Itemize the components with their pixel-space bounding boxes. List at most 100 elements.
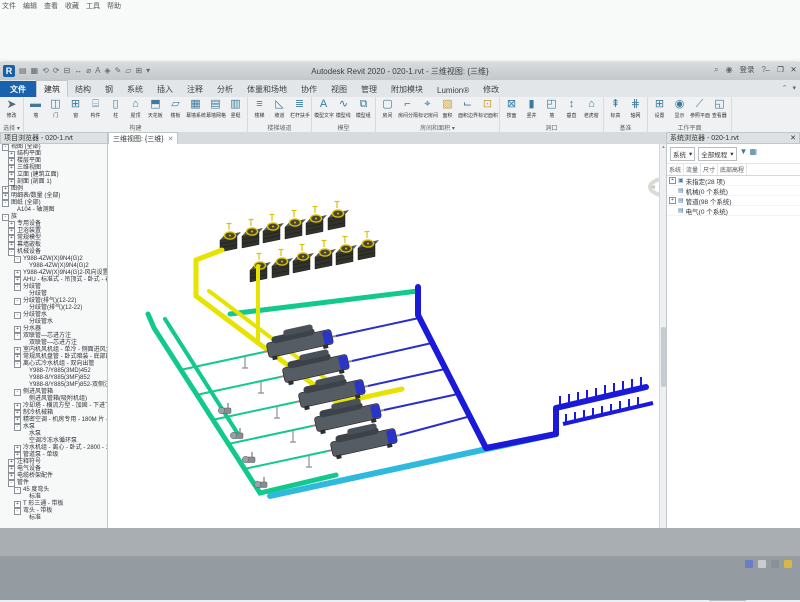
- column-header[interactable]: 尺寸: [701, 164, 718, 175]
- project-browser-item[interactable]: + 制冷机械箱: [0, 410, 107, 417]
- expand-toggle-icon[interactable]: +: [2, 193, 9, 200]
- project-browser-item[interactable]: - 分歧管水: [0, 312, 107, 319]
- ribbon-button[interactable]: ⊠按面: [502, 98, 521, 119]
- revit-logo-icon[interactable]: R: [3, 65, 15, 77]
- expand-toggle-icon[interactable]: +: [14, 417, 21, 424]
- project-browser-item[interactable]: + Y988-4ZW(X)9N4(G)2-风向设置: [0, 270, 107, 277]
- expand-toggle-icon[interactable]: -: [2, 214, 9, 221]
- project-browser-item[interactable]: - 双联管—芯进方注: [0, 333, 107, 340]
- project-browser-item[interactable]: Y988-4ZW(X)9N4(G)2: [0, 263, 107, 270]
- expand-toggle-icon[interactable]: +: [14, 410, 21, 417]
- ribbon-caret-icon[interactable]: ▾: [792, 84, 796, 92]
- project-browser-item[interactable]: + 结构平面: [0, 151, 107, 158]
- expand-toggle-icon[interactable]: +: [14, 277, 21, 284]
- expand-toggle-icon[interactable]: +: [669, 177, 676, 184]
- project-browser-item[interactable]: + 三维视图: [0, 165, 107, 172]
- project-browser-item[interactable]: 侧进风管箱(吸附机组): [0, 396, 107, 403]
- ribbon-button[interactable]: ⌐房间分隔: [398, 98, 417, 119]
- expand-toggle-icon[interactable]: +: [14, 347, 21, 354]
- qat-icon[interactable]: ⟲: [42, 66, 49, 76]
- expand-toggle-icon[interactable]: +: [8, 459, 15, 466]
- ribbon-button[interactable]: ▥竖梃: [226, 98, 245, 119]
- taskbar-icon[interactable]: [758, 560, 766, 568]
- ribbon-button[interactable]: ◱查看器: [710, 98, 729, 119]
- ribbon-tab[interactable]: Lumion®: [430, 83, 476, 97]
- ribbon-button[interactable]: ∿模型线: [334, 98, 353, 119]
- column-header[interactable]: 系统: [667, 164, 684, 175]
- project-browser-item[interactable]: + 剖面 (剖面 1): [0, 179, 107, 186]
- qat-icon[interactable]: ▱: [125, 66, 131, 76]
- ribbon-tab[interactable]: 管理: [354, 81, 384, 97]
- expand-toggle-icon[interactable]: +: [8, 235, 15, 242]
- project-browser-item[interactable]: 分歧管: [0, 291, 107, 298]
- system-browser-row[interactable]: + ▣ 未指定(28 项): [667, 176, 800, 186]
- scroll-up-icon[interactable]: ▴: [662, 144, 665, 150]
- ribbon-collapse-controls[interactable]: ⌃ ▾: [782, 84, 796, 92]
- ribbon-tab[interactable]: 建筑: [36, 80, 68, 97]
- ribbon-collapse-icon[interactable]: ⌃: [782, 84, 788, 92]
- ribbon-tab[interactable]: 钢: [98, 81, 120, 97]
- ribbon-button[interactable]: ⊡标记面积: [478, 98, 497, 119]
- project-browser-item[interactable]: Y988-7/Y885(3MD)452: [0, 368, 107, 375]
- ribbon-button[interactable]: ⬒天花板: [146, 98, 165, 119]
- expand-toggle-icon[interactable]: -: [14, 256, 21, 263]
- system-browser-close-icon[interactable]: ✕: [790, 134, 796, 142]
- qat-icon[interactable]: ◈: [104, 66, 110, 76]
- ribbon-button[interactable]: ▢房间: [378, 98, 397, 119]
- ribbon-button[interactable]: ⌂老虎窗: [582, 98, 601, 119]
- expand-toggle-icon[interactable]: +: [14, 270, 21, 277]
- project-browser-item[interactable]: 双联管—芯进方注: [0, 340, 107, 347]
- ribbon-button[interactable]: ↕垂直: [562, 98, 581, 119]
- project-browser-item[interactable]: A104 - 轴测图: [0, 207, 107, 214]
- project-browser-item[interactable]: + 电缆桥架配件: [0, 473, 107, 480]
- ribbon-tab[interactable]: 插入: [150, 81, 180, 97]
- ribbon-tab[interactable]: 修改: [476, 81, 506, 97]
- project-browser-item[interactable]: + 楼层平面: [0, 158, 107, 165]
- project-browser-item[interactable]: + AHU - 标准式 - 吊顶式 - 卧式 - 右回 - 2000 - 500…: [0, 277, 107, 284]
- expand-toggle-icon[interactable]: +: [8, 179, 15, 186]
- ribbon-tab[interactable]: 协作: [294, 81, 324, 97]
- system-browser-tool-icon[interactable]: ▼: [740, 147, 748, 161]
- view-tab-active[interactable]: 三维视图: {三维} ✕: [108, 132, 178, 144]
- frame-menu-item[interactable]: 查看: [44, 1, 58, 11]
- project-browser-item[interactable]: + T 形三通 - 带板: [0, 501, 107, 508]
- project-browser-item[interactable]: + 冷却塔 - 横流方型 - 加固 - 下进下出: [0, 403, 107, 410]
- frame-menu-item[interactable]: 收藏: [65, 1, 79, 11]
- ribbon-button[interactable]: ≣栏杆扶手: [290, 98, 309, 119]
- qat-icon[interactable]: ✎: [115, 66, 122, 76]
- expand-toggle-icon[interactable]: -: [2, 200, 9, 207]
- expand-toggle-icon[interactable]: -: [14, 284, 21, 291]
- qat-icon[interactable]: ⊞: [135, 66, 142, 76]
- frame-menu-item[interactable]: 编辑: [23, 1, 37, 11]
- ribbon-button[interactable]: ⌙面积边界: [458, 98, 477, 119]
- expand-toggle-icon[interactable]: -: [14, 487, 21, 494]
- project-browser-item[interactable]: Y988-8/Y885(3MF)852-双侧注管: [0, 382, 107, 389]
- taskbar-icon[interactable]: [771, 560, 779, 568]
- project-browser-title[interactable]: 项目浏览器 - 020-1.rvt: [0, 132, 108, 144]
- pipe-blue-main[interactable]: [418, 287, 646, 448]
- project-browser-item[interactable]: Y988-8/Y885(3MF)852: [0, 375, 107, 382]
- project-browser-item[interactable]: - 图纸 (全部): [0, 200, 107, 207]
- ribbon-button[interactable]: ▤幕墙网格: [206, 98, 225, 119]
- project-browser-item[interactable]: + 管道泵 - 单级: [0, 452, 107, 459]
- project-browser-item[interactable]: 水泵: [0, 431, 107, 438]
- system-dropdown[interactable]: 系统 ▾: [670, 147, 695, 161]
- ribbon-button[interactable]: ⇞标高: [606, 98, 625, 119]
- frame-menu-item[interactable]: 文件: [2, 1, 16, 11]
- ribbon-button[interactable]: ▬墙: [26, 98, 45, 119]
- project-browser-item[interactable]: + 卫浴装置: [0, 228, 107, 235]
- ribbon-tab[interactable]: 视图: [324, 81, 354, 97]
- ribbon-button[interactable]: ▦幕墙系统: [186, 98, 205, 119]
- taskbar-icon[interactable]: [745, 560, 753, 568]
- project-browser-item[interactable]: + 室内机风机组 - 单冷 - 侧面进风大出口带翻盖: [0, 347, 107, 354]
- ribbon-tab[interactable]: 分析: [210, 81, 240, 97]
- column-header[interactable]: 流量: [684, 164, 701, 175]
- ribbon-button[interactable]: ➤修改: [2, 98, 21, 119]
- ribbon-button[interactable]: ◰墙: [542, 98, 561, 119]
- project-browser-item[interactable]: + 常规风机盘管 - 卧式暗装 - 底部回风: [0, 354, 107, 361]
- expand-toggle-icon[interactable]: -: [14, 508, 21, 515]
- expand-toggle-icon[interactable]: +: [8, 165, 15, 172]
- system-browser-row[interactable]: ▤ 机械(0 个系统): [667, 186, 800, 196]
- system-browser-tool-icon[interactable]: ▦: [749, 147, 757, 161]
- expand-toggle-icon[interactable]: +: [669, 197, 676, 204]
